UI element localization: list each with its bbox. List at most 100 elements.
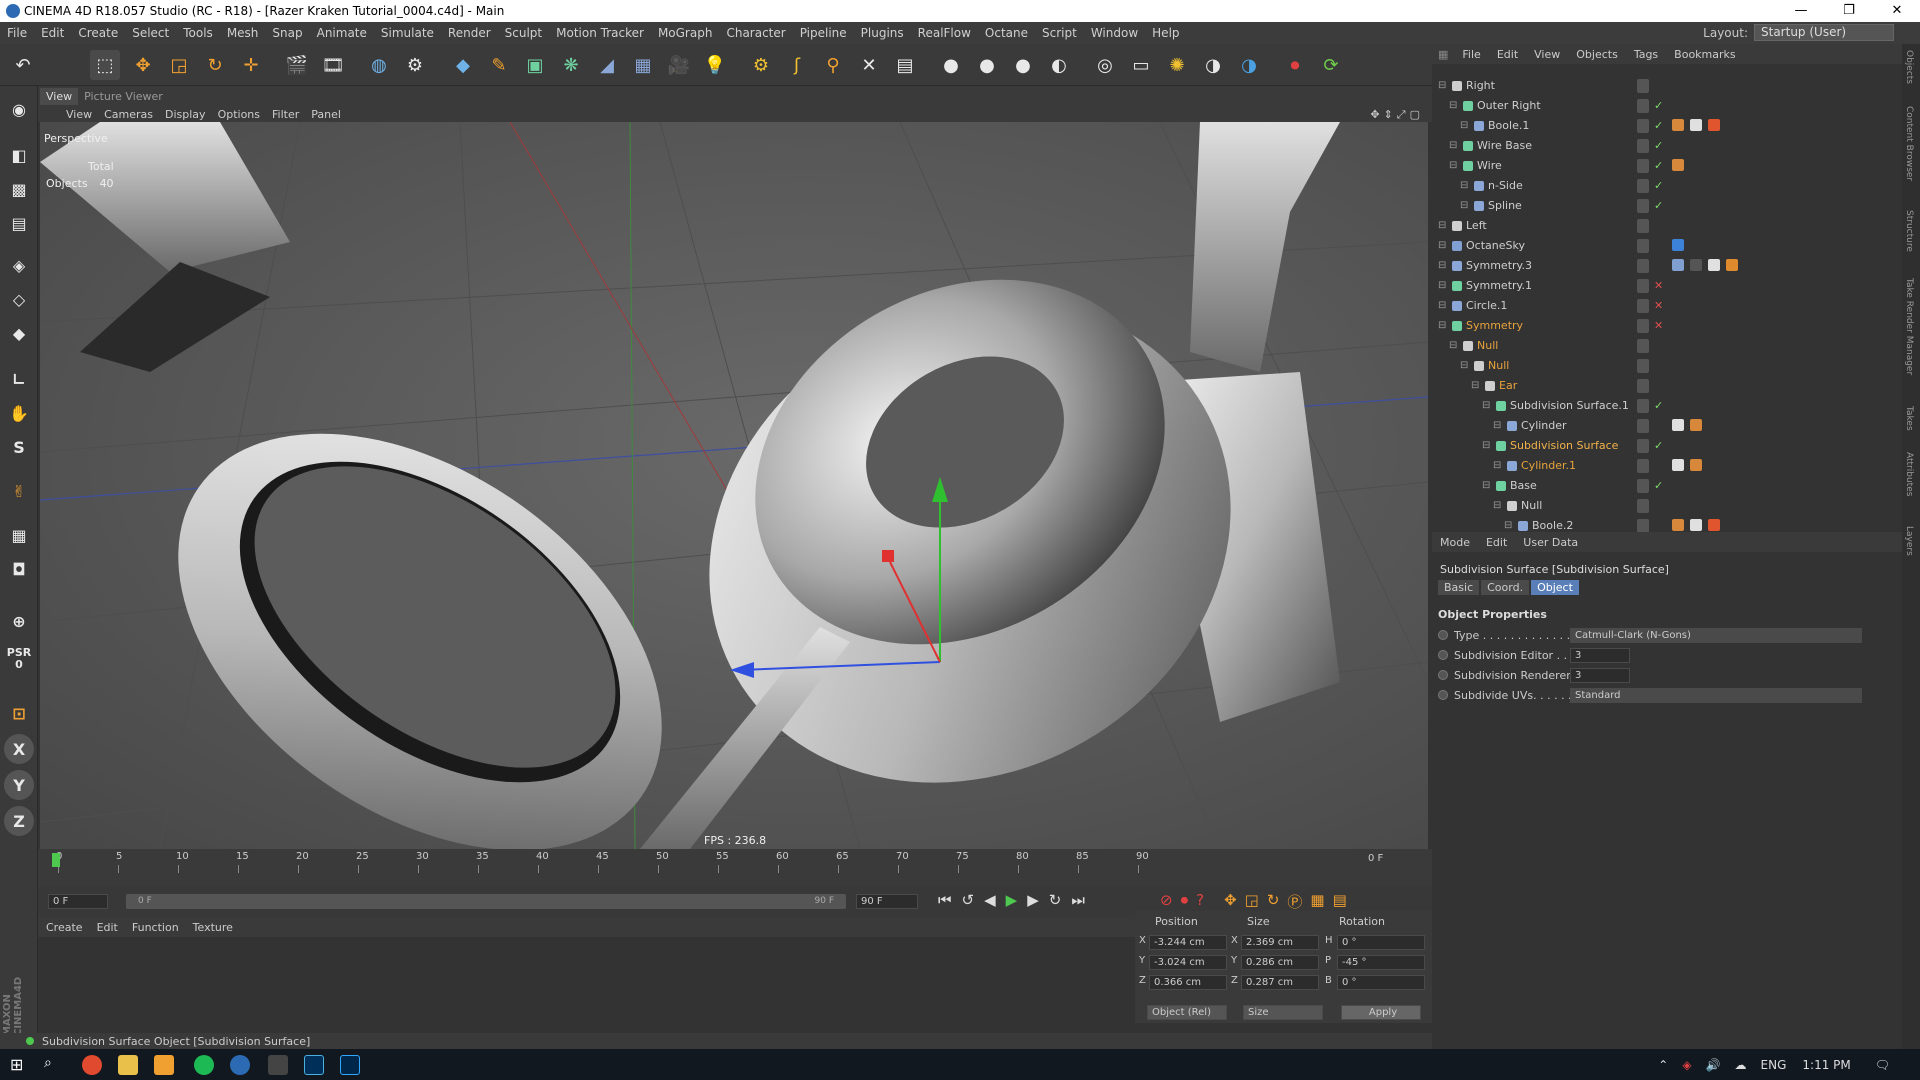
light-icon[interactable]: 💡 (700, 50, 730, 80)
object-name[interactable]: Symmetry.3 (1466, 256, 1532, 276)
planar-workplane-icon[interactable]: ◘ (4, 554, 34, 584)
layer-visibility-icon[interactable] (1637, 199, 1649, 213)
expand-toggle-icon[interactable]: ⊟ (1482, 436, 1490, 456)
minimize-button[interactable]: — (1778, 0, 1824, 22)
language-indicator[interactable]: ENG (1761, 1058, 1787, 1072)
octane-lights-icon[interactable]: ⚲ (818, 50, 848, 80)
x-axis-lock-button[interactable]: X (4, 734, 34, 764)
expand-toggle-icon[interactable]: ⊟ (1438, 76, 1446, 96)
object-tag-icon[interactable] (1690, 459, 1702, 471)
enabled-check-icon[interactable]: ✓ (1654, 396, 1663, 416)
object-name[interactable]: Subdivision Surface (1510, 436, 1618, 456)
object-tag-icon[interactable] (1672, 519, 1684, 531)
viewport-menu-panel[interactable]: Panel (311, 108, 353, 121)
object-row[interactable]: ⊟ Circle.1 ✕ (1432, 296, 1882, 316)
object-tag-icon[interactable] (1708, 259, 1720, 271)
material-sphere-1-icon[interactable]: ● (936, 50, 966, 80)
layer-visibility-icon[interactable] (1637, 159, 1649, 173)
app-icon[interactable] (268, 1055, 288, 1075)
expand-toggle-icon[interactable]: ⊟ (1482, 396, 1490, 416)
attr-tab-object[interactable]: Object (1531, 580, 1579, 595)
goto-start-icon[interactable]: ⏮ (938, 891, 952, 909)
polygons-mode-icon[interactable]: ◆ (4, 318, 34, 348)
coords-size-field[interactable]: 2.369 cm (1241, 935, 1319, 950)
object-name[interactable]: Null (1488, 356, 1509, 376)
model-mode-icon[interactable]: ◧ (4, 140, 34, 170)
volume-icon[interactable]: 🔊 (1706, 1058, 1721, 1072)
object-row[interactable]: ⊟ Null (1432, 356, 1882, 376)
octane-light-plane-icon[interactable]: ▭ (1126, 50, 1156, 80)
axis-mode-icon[interactable]: ∟ (4, 364, 34, 394)
key-parameter-icon[interactable]: Ⓟ (1287, 891, 1302, 912)
key-position-icon[interactable]: ✥ (1224, 891, 1237, 912)
object-name[interactable]: Symmetry (1466, 316, 1523, 336)
floor-icon[interactable]: ▦ (628, 50, 658, 80)
object-row[interactable]: ⊟ Symmetry ✕ (1432, 316, 1882, 336)
coords-position-field[interactable]: -3.244 cm (1149, 935, 1227, 950)
autokey-icon[interactable]: ⏺ (1181, 891, 1189, 912)
object-row[interactable]: ⊟ Subdivision Surface.1 ✓ (1432, 396, 1882, 416)
object-name[interactable]: Spline (1488, 196, 1522, 216)
layer-visibility-icon[interactable] (1637, 119, 1649, 133)
object-name[interactable]: Boole.1 (1488, 116, 1529, 136)
menu-animate[interactable]: Animate (310, 26, 374, 40)
menu-octane[interactable]: Octane (978, 26, 1035, 40)
layer-visibility-icon[interactable] (1637, 359, 1649, 373)
render-picture-viewer-icon[interactable]: 🎞 (318, 50, 348, 80)
workplane-lock-icon[interactable]: ✌ (4, 476, 34, 506)
menu-window[interactable]: Window (1084, 26, 1145, 40)
object-row[interactable]: ⊟ Cylinder (1432, 416, 1882, 436)
coords-mode-dropdown[interactable]: Object (Rel) (1147, 1005, 1227, 1020)
menu-plugins[interactable]: Plugins (854, 26, 911, 40)
coords-rotation-field[interactable]: 0 ° (1337, 975, 1425, 990)
z-axis-lock-button[interactable]: Z (4, 806, 34, 836)
tab-picture-viewer[interactable]: Picture Viewer (78, 88, 169, 105)
move-icon[interactable]: ✥ (128, 50, 158, 80)
layer-visibility-icon[interactable] (1637, 399, 1649, 413)
animate-property-icon[interactable] (1438, 630, 1448, 640)
octane-exposure-icon[interactable]: ◑ (1234, 50, 1264, 80)
object-tag-icon[interactable] (1690, 119, 1702, 131)
expand-toggle-icon[interactable]: ⊟ (1460, 116, 1468, 136)
expand-toggle-icon[interactable]: ⊟ (1449, 336, 1457, 356)
record-active-icon[interactable]: ⊘ (1160, 891, 1173, 912)
viewport-nav-icons[interactable]: ✥⇕⤢▢ (1370, 108, 1424, 122)
objmgr-menu-file[interactable]: File (1454, 48, 1488, 61)
object-name[interactable]: Null (1477, 336, 1498, 356)
layer-visibility-icon[interactable] (1637, 179, 1649, 193)
coords-position-field[interactable]: -3.024 cm (1149, 955, 1227, 970)
property-dropdown[interactable]: Standard (1570, 688, 1862, 703)
object-row[interactable]: ⊟ Right (1432, 76, 1882, 96)
object-name[interactable]: Left (1466, 216, 1487, 236)
render-view-icon[interactable]: 🎬 (282, 50, 312, 80)
locked-workplane-icon[interactable]: ⊕ (4, 606, 34, 636)
viewport-menu-cameras[interactable]: Cameras (104, 108, 165, 121)
object-tag-icon[interactable] (1672, 459, 1684, 471)
points-mode-icon[interactable]: ◈ (4, 250, 34, 280)
enabled-check-icon[interactable]: ✓ (1654, 176, 1663, 196)
layer-visibility-icon[interactable] (1637, 239, 1649, 253)
layer-visibility-icon[interactable] (1637, 459, 1649, 473)
folder-app-icon[interactable] (154, 1055, 174, 1075)
attr-tab-coord[interactable]: Coord. (1481, 580, 1530, 595)
material-menu-function[interactable]: Function (124, 921, 185, 934)
layer-visibility-icon[interactable] (1637, 319, 1649, 333)
octane-render-icon[interactable]: ⏺ (1280, 50, 1310, 80)
enabled-check-icon[interactable]: ✕ (1654, 316, 1663, 336)
menu-sculpt[interactable]: Sculpt (498, 26, 549, 40)
object-tag-icon[interactable] (1672, 239, 1684, 251)
material-menu-edit[interactable]: Edit (89, 921, 124, 934)
menu-render[interactable]: Render (441, 26, 498, 40)
sun-icon[interactable]: ✺ (1162, 50, 1192, 80)
enabled-check-icon[interactable]: ✕ (1654, 276, 1663, 296)
prev-frame-icon[interactable]: ◀ (984, 891, 996, 909)
animate-property-icon[interactable] (1438, 690, 1448, 700)
layer-visibility-icon[interactable] (1637, 79, 1649, 93)
layer-visibility-icon[interactable] (1637, 339, 1649, 353)
menu-snap[interactable]: Snap (265, 26, 309, 40)
menu-mograph[interactable]: MoGraph (651, 26, 720, 40)
texture-mode-icon[interactable]: ▩ (4, 174, 34, 204)
coords-apply-button[interactable]: Apply (1341, 1005, 1421, 1020)
object-row[interactable]: ⊟ Ear (1432, 376, 1882, 396)
object-tag-icon[interactable] (1672, 119, 1684, 131)
